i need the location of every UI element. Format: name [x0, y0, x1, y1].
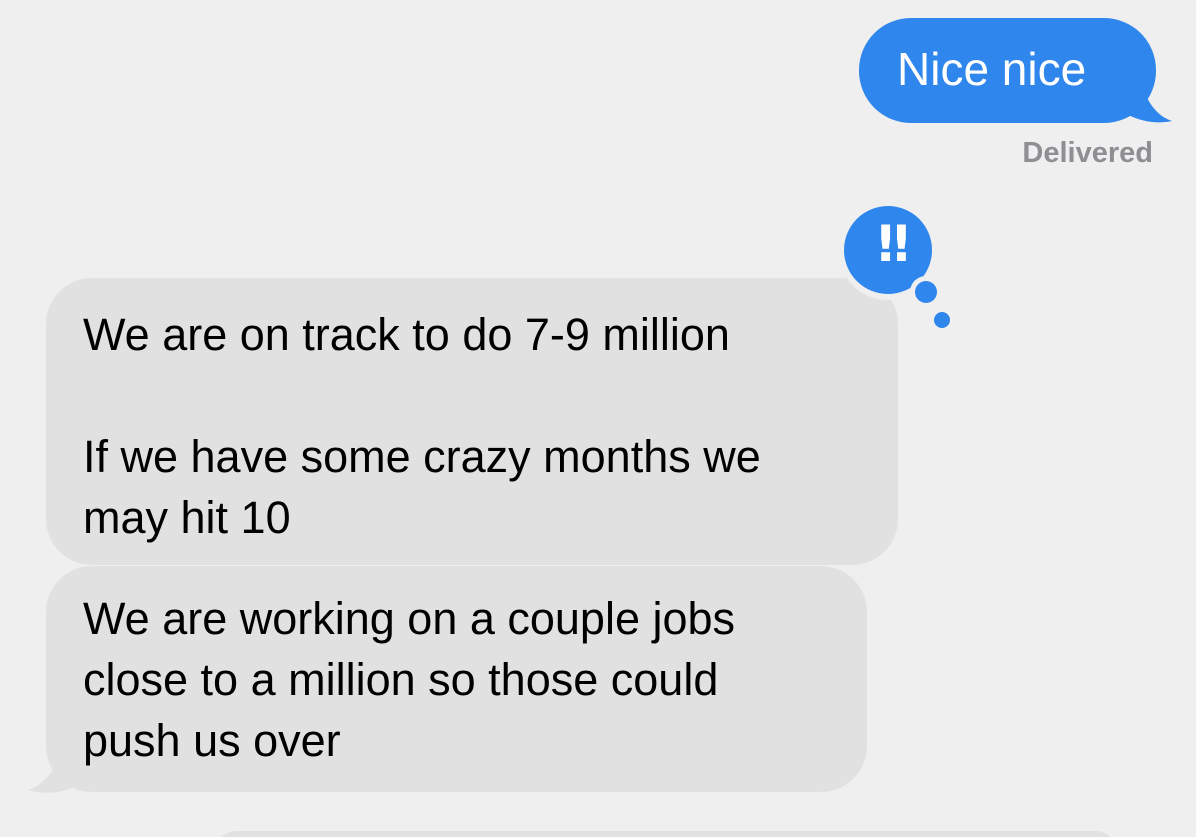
received-message-bubble[interactable]: We are on track to do 7-9 million If we … [46, 278, 898, 565]
delivery-status: Delivered [1022, 137, 1153, 169]
received-message-bubble[interactable]: We are working on a couple jobs close to… [46, 566, 867, 792]
exclamation-icon: !! [874, 215, 913, 273]
sent-message-bubble[interactable]: Nice nice [859, 18, 1156, 123]
next-message-bubble-edge [216, 831, 1116, 837]
message-thread: Nice nice Delivered We are on track to d… [0, 0, 1196, 837]
